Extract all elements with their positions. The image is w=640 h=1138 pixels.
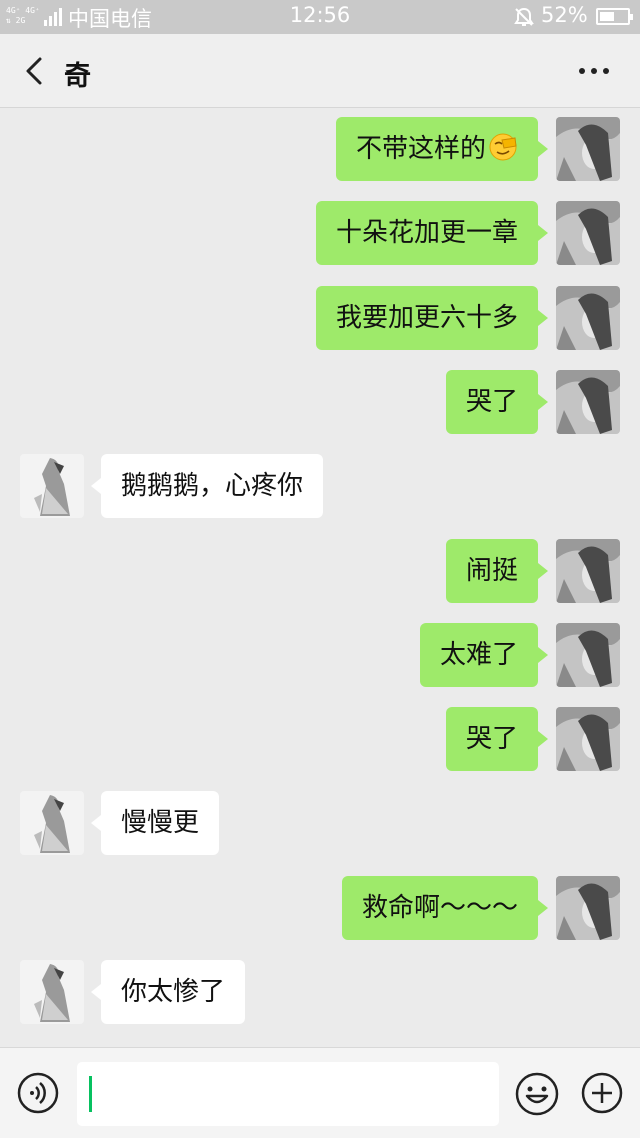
message-input[interactable]: [77, 1062, 499, 1126]
input-bar: [0, 1047, 640, 1138]
outgoing-message: 十朵花加更一章: [0, 201, 640, 265]
avatar[interactable]: [20, 791, 84, 855]
message-text: 十朵花加更一章: [335, 218, 518, 248]
message-text: 太难了: [439, 640, 518, 670]
message-text: 不带这样的: [355, 134, 486, 164]
message-text: 你太惨了: [121, 977, 226, 1007]
avatar[interactable]: [556, 117, 620, 181]
outgoing-message: 哭了: [0, 370, 640, 434]
voice-icon[interactable]: [17, 1072, 59, 1114]
face-palm-emoji: [489, 133, 517, 161]
incoming-message: 鹅鹅鹅，心疼你: [0, 454, 640, 518]
avatar[interactable]: [20, 960, 84, 1024]
text-caret: [89, 1076, 92, 1112]
status-bar: 4G⁺ 4G⁺ ⇅ 2G 中国电信 12:56 52%: [0, 0, 640, 34]
message-bubble[interactable]: 我要加更六十多: [315, 286, 549, 350]
back-chevron-icon[interactable]: [20, 56, 50, 86]
outgoing-message: 救命啊～～～: [0, 876, 640, 940]
outgoing-message: 不带这样的: [0, 117, 640, 181]
message-text: 我要加更六十多: [335, 303, 518, 333]
incoming-message: 慢慢更: [0, 791, 640, 855]
message-text: 救命啊～～～: [361, 893, 518, 923]
message-bubble[interactable]: 十朵花加更一章: [315, 201, 549, 265]
message-bubble[interactable]: 太难了: [419, 623, 549, 687]
bell-mute-icon: [514, 7, 534, 26]
message-bubble[interactable]: 鹅鹅鹅，心疼你: [90, 454, 324, 518]
outgoing-message: 闹挺: [0, 539, 640, 603]
outgoing-message: 我要加更六十多: [0, 286, 640, 350]
avatar[interactable]: [556, 201, 620, 265]
message-text: 闹挺: [465, 556, 518, 586]
chat-title: 奇: [64, 61, 91, 92]
avatar[interactable]: [556, 286, 620, 350]
message-bubble[interactable]: 救命啊～～～: [341, 876, 549, 940]
avatar[interactable]: [556, 707, 620, 771]
incoming-message: 你太惨了: [0, 960, 640, 1024]
outgoing-message: 太难了: [0, 623, 640, 687]
battery-icon: [596, 8, 633, 25]
message-bubble[interactable]: 慢慢更: [90, 791, 220, 855]
message-text: 哭了: [465, 387, 518, 417]
battery-level-fill: [600, 12, 614, 21]
message-text: 哭了: [465, 724, 518, 754]
message-bubble[interactable]: 你太惨了: [90, 960, 246, 1024]
message-bubble[interactable]: 闹挺: [445, 539, 549, 603]
message-bubble[interactable]: 哭了: [445, 707, 549, 771]
message-text: 慢慢更: [121, 808, 200, 838]
outgoing-message: 哭了: [0, 707, 640, 771]
avatar[interactable]: [556, 370, 620, 434]
avatar[interactable]: [20, 454, 84, 518]
message-text: 鹅鹅鹅，心疼你: [121, 471, 304, 501]
avatar[interactable]: [556, 539, 620, 603]
avatar[interactable]: [556, 623, 620, 687]
emoji-face-icon[interactable]: [515, 1072, 559, 1116]
battery-percent: 52%: [541, 3, 588, 27]
message-bubble[interactable]: 不带这样的: [335, 117, 549, 181]
chat-header: 奇: [0, 34, 640, 108]
avatar[interactable]: [556, 876, 620, 940]
more-dots-icon[interactable]: [576, 56, 612, 86]
plus-icon[interactable]: [581, 1072, 623, 1114]
message-bubble[interactable]: 哭了: [445, 370, 549, 434]
